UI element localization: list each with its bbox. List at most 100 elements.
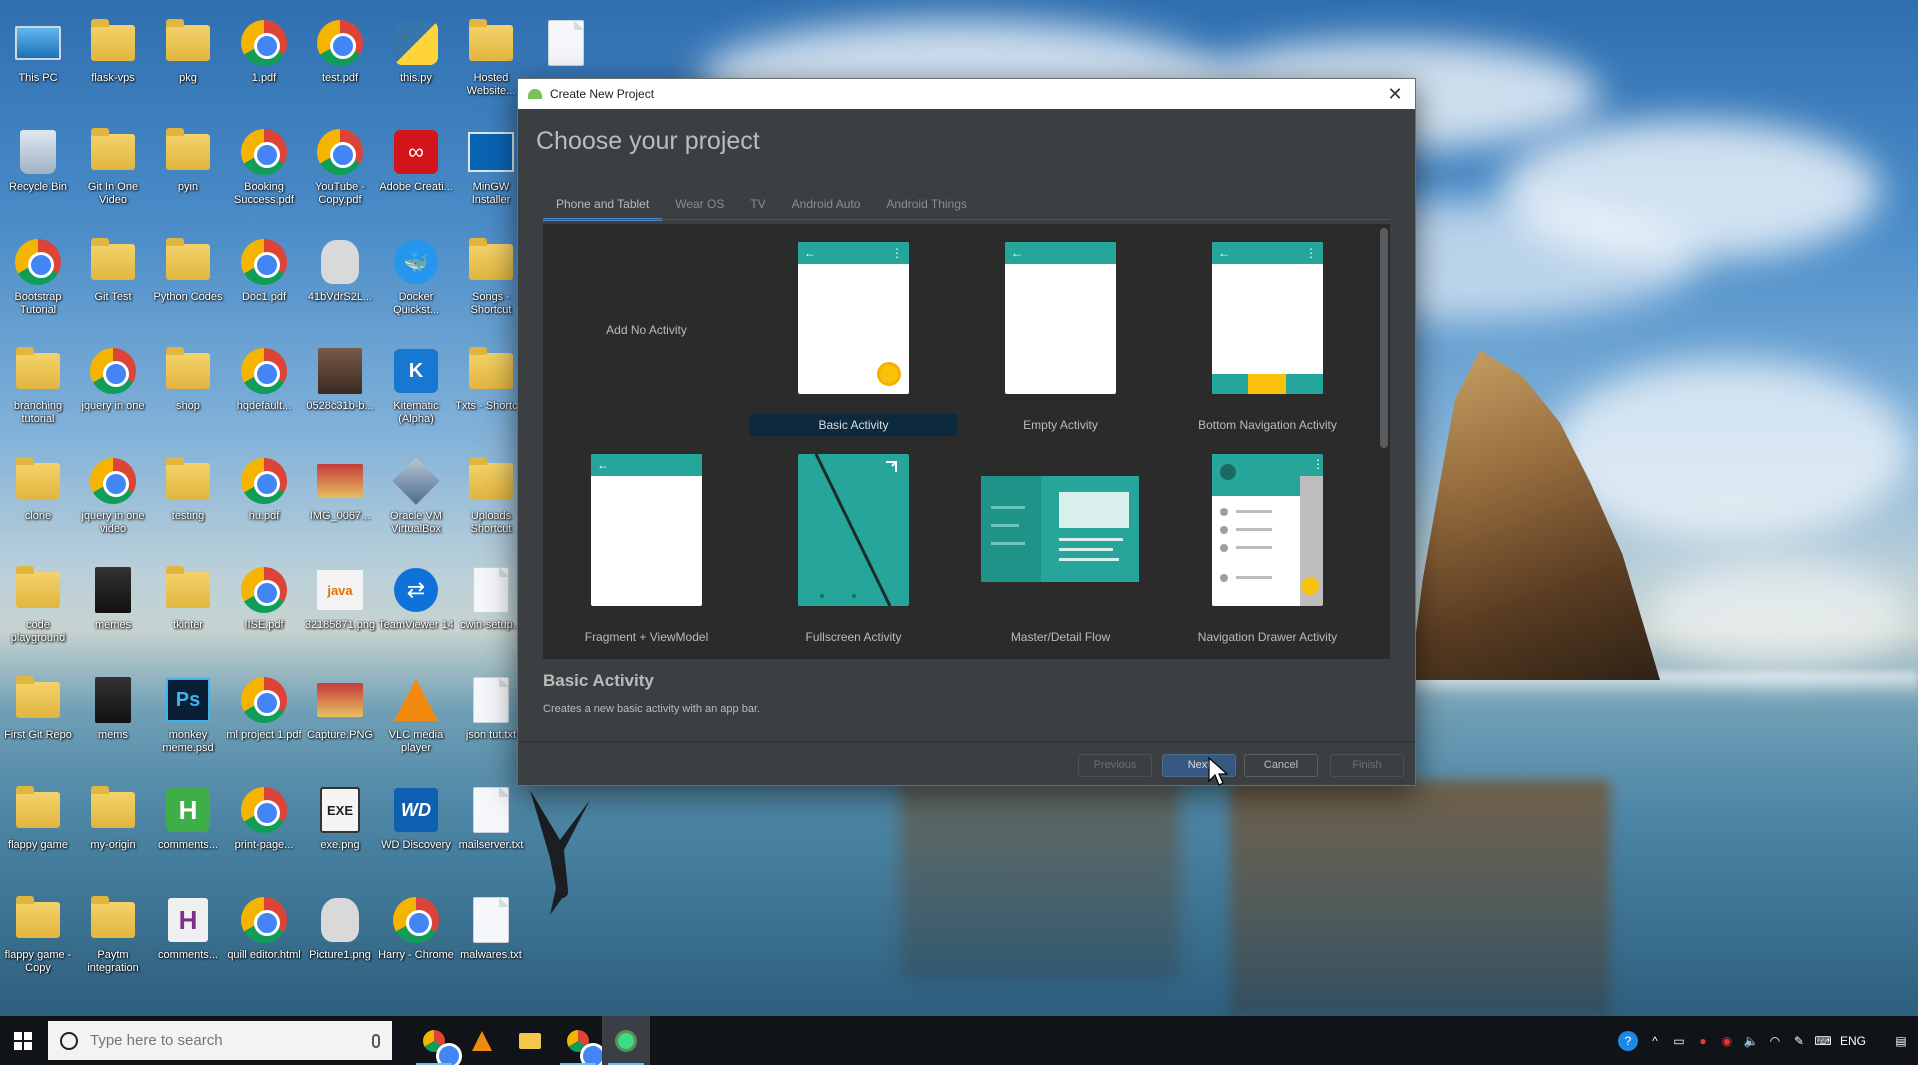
desktop-icon[interactable]: First Git Repo (0, 671, 76, 777)
desktop-icon[interactable]: jquery in one video (75, 452, 151, 558)
tab-android-things[interactable]: Android Things (873, 191, 980, 221)
desktop-icon[interactable]: IMG_0067... (302, 452, 378, 558)
rock-reflection (900, 780, 1180, 980)
desktop-icon[interactable]: IISE.pdf (226, 561, 302, 667)
desktop-icon[interactable]: flask-vps (75, 14, 151, 120)
template-basic-activity[interactable]: ← ⋮ Basic Activity (750, 224, 957, 436)
desktop-icon[interactable]: EXE exe.png (302, 781, 378, 887)
taskbar-file-explorer[interactable] (506, 1016, 554, 1065)
tab-tv[interactable]: TV (737, 191, 778, 221)
folder-icon (16, 896, 60, 938)
taskbar-vlc[interactable] (458, 1016, 506, 1065)
desktop-icon[interactable]: pkg (150, 14, 226, 120)
desktop-icon-label: jquery in one (81, 400, 145, 412)
desktop-icon[interactable]: hu.pdf (226, 452, 302, 558)
desktop-icon[interactable]: Hcomments... (150, 781, 226, 887)
pen-icon[interactable]: ✎ (1792, 1034, 1806, 1048)
gallery-scrollbar[interactable] (1380, 228, 1388, 448)
desktop-icon[interactable]: ⇄ TeamViewer 14 (378, 561, 454, 667)
template-navigation-drawer-activity[interactable]: ⋮ Navigation Drawer Activity (1164, 436, 1371, 648)
close-icon[interactable]: ✕ (1375, 79, 1415, 109)
desktop-icon[interactable]: memes (75, 561, 151, 667)
desktop-icon[interactable]: Picture1.png (302, 891, 378, 997)
desktop-icon[interactable]: WD WD Discovery (378, 781, 454, 887)
template-fullscreen-activity[interactable]: Fullscreen Activity (750, 436, 957, 648)
desktop-icon[interactable]: Git In One Video (75, 123, 151, 229)
desktop-icon[interactable]: 🐳 Docker Quickst... (378, 233, 454, 339)
antivirus-icon[interactable]: ◉ (1720, 1034, 1734, 1048)
desktop-icon[interactable]: Hcomments... (150, 891, 226, 997)
desktop-icon[interactable]: Capture.PNG (302, 671, 378, 777)
language-indicator[interactable]: ENG (1840, 1034, 1866, 1048)
tab-android-auto[interactable]: Android Auto (779, 191, 874, 221)
desktop-icon[interactable]: branching tutorial (0, 342, 76, 448)
desktop-icon[interactable]: Harry - Chrome (378, 891, 454, 997)
desktop-icon[interactable]: YouTube - Copy.pdf (302, 123, 378, 229)
template-fragment-viewmodel[interactable]: ← Fragment + ViewModel (543, 436, 750, 648)
desktop-icon[interactable]: Python Codes (150, 233, 226, 339)
desktop-icon[interactable]: flappy game - Copy (0, 891, 76, 997)
chrome-icon (241, 897, 287, 943)
help-icon[interactable]: ? (1617, 1030, 1638, 1051)
desktop-icon[interactable]: testing (150, 452, 226, 558)
chevron-up-icon[interactable]: ^ (1648, 1034, 1662, 1048)
desktop-icon[interactable]: mems (75, 671, 151, 777)
taskbar-chrome-profile[interactable] (554, 1016, 606, 1065)
desktop-icon[interactable]: Bootstrap Tutorial (0, 233, 76, 339)
desktop-icon[interactable]: Ps monkey meme.psd (150, 671, 226, 777)
wifi-icon[interactable]: ◠ (1768, 1034, 1782, 1048)
desktop-icon[interactable]: 1.pdf (226, 14, 302, 120)
desktop-icon[interactable]: pyin (150, 123, 226, 229)
chrome-icon (241, 20, 287, 66)
previous-button[interactable]: Previous (1078, 754, 1152, 777)
desktop-icon[interactable]: flappy game (0, 781, 76, 887)
template-empty-activity[interactable]: ← Empty Activity (957, 224, 1164, 436)
desktop-icon[interactable]: print-page... (226, 781, 302, 887)
desktop-icon[interactable]: my-origin (75, 781, 151, 887)
desktop-icon[interactable]: Git Test (75, 233, 151, 339)
desktop-icon[interactable]: ∞ Adobe Creati... (378, 123, 454, 229)
desktop-icon[interactable]: tkinter (150, 561, 226, 667)
cancel-button[interactable]: Cancel (1244, 754, 1318, 777)
desktop-icon[interactable]: 0528c31b-b... (302, 342, 378, 448)
desktop-icon[interactable]: java 32185871.png (302, 561, 378, 667)
desktop-icon[interactable]: K Kitematic (Alpha) (378, 342, 454, 448)
keyboard-icon[interactable]: ⌨ (1814, 1034, 1831, 1048)
desktop-icon[interactable]: Oracle VM VirtualBox (378, 452, 454, 558)
desktop-icon[interactable]: malwares.txt (453, 891, 529, 997)
volume-icon[interactable]: 🔈 (1744, 1034, 1759, 1048)
desktop-icon[interactable]: Doc1.pdf (226, 233, 302, 339)
template-add-no-activity[interactable]: Add No Activity (543, 224, 750, 436)
desktop-icon[interactable]: test.pdf (302, 14, 378, 120)
start-button[interactable] (0, 1016, 46, 1065)
desktop-icon[interactable]: jquery in one (75, 342, 151, 448)
desktop-icon[interactable]: clone (0, 452, 76, 558)
tab-phone-and-tablet[interactable]: Phone and Tablet (543, 191, 663, 221)
desktop-icon[interactable]: shop (150, 342, 226, 448)
tab-wear-os[interactable]: Wear OS (662, 191, 737, 221)
notifications-icon[interactable]: ▤ (1894, 1034, 1908, 1048)
desktop-icon[interactable]: mailserver.txt (453, 781, 529, 887)
template-master-detail-flow[interactable]: Master/Detail Flow (957, 436, 1164, 648)
dialog-titlebar[interactable]: Create New Project ✕ (518, 79, 1415, 109)
search-input[interactable] (90, 1032, 350, 1049)
desktop-icon[interactable]: ml project 1.pdf (226, 671, 302, 777)
desktop-icon[interactable]: code playground (0, 561, 76, 667)
desktop-icon[interactable]: Booking Success.pdf (226, 123, 302, 229)
template-bottom-navigation-activity[interactable]: ← ⋮ Bottom Navigation Activity (1164, 224, 1371, 436)
desktop-icon[interactable]: VLC media player (378, 671, 454, 777)
desktop-icon[interactable]: 41bVdrS2L... (302, 233, 378, 339)
desktop-icon[interactable]: quill editor.html (226, 891, 302, 997)
record-icon[interactable]: ● (1696, 1034, 1710, 1048)
desktop-icon[interactable]: Paytm integration (75, 891, 151, 997)
microphone-icon[interactable] (372, 1033, 380, 1048)
taskbar-search[interactable] (48, 1021, 392, 1060)
taskbar-android-studio[interactable] (602, 1016, 650, 1065)
battery-icon[interactable]: ▭ (1672, 1034, 1686, 1048)
finish-button[interactable]: Finish (1330, 754, 1404, 777)
desktop-icon[interactable]: Recycle Bin (0, 123, 76, 229)
desktop-icon[interactable]: this.py (378, 14, 454, 120)
desktop-icon[interactable]: This PC (0, 14, 76, 120)
desktop-icon[interactable]: hqdefault... (226, 342, 302, 448)
taskbar-chrome[interactable] (410, 1016, 462, 1065)
